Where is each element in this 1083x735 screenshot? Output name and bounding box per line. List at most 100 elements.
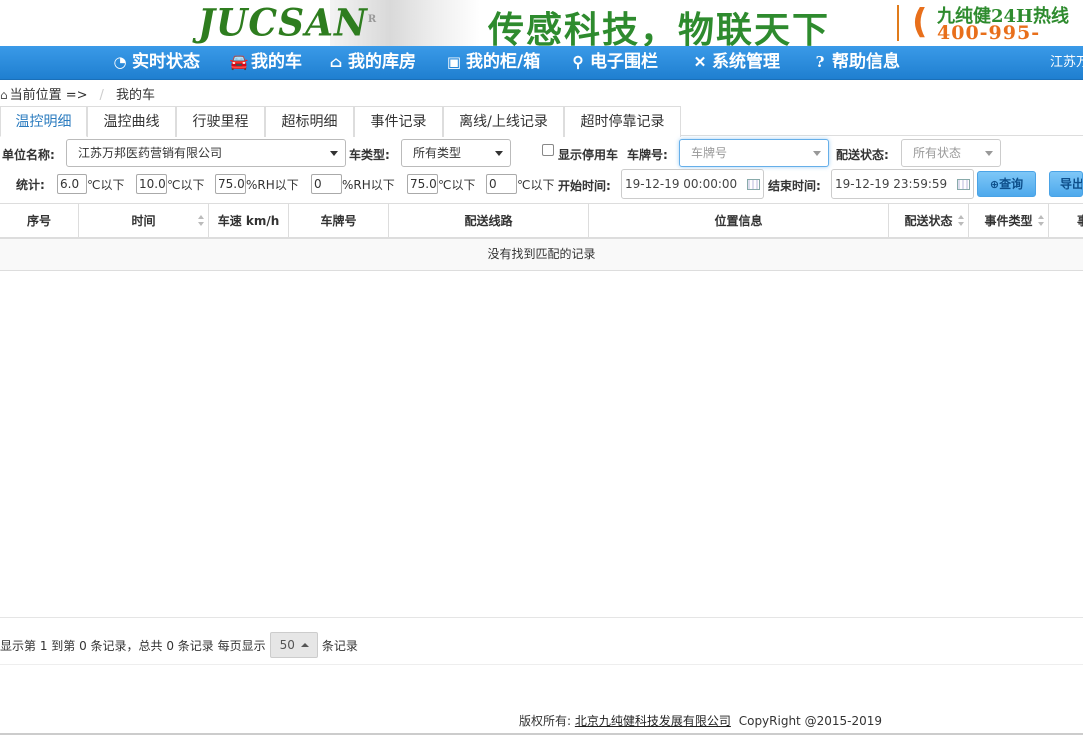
tab-mileage[interactable]: 行驶里程 — [176, 106, 265, 137]
stat-unit-4: %RH以下 — [342, 178, 395, 192]
pager-divider — [0, 617, 1083, 618]
sort-icon — [198, 215, 204, 227]
main-nav: ◔ 实时状态 🚘 我的车 ⌂ 我的库房 ▣ 我的柜/箱 ⚲ 电子围栏 ✕ 系统管理 ? 帮助信… — [0, 46, 1083, 80]
tab-overtime-stop[interactable]: 超时停靠记录 — [564, 106, 681, 137]
col-speed[interactable]: 车速 km/h — [209, 204, 289, 238]
stat-threshold-2[interactable]: 10.0 — [136, 174, 167, 194]
tab-temp-detail[interactable]: 温控明细 — [0, 106, 87, 137]
nav-item-cabinet[interactable]: ▣ 我的柜/箱 — [444, 46, 540, 80]
plate-placeholder: 车牌号 — [691, 146, 728, 160]
car-type-select[interactable]: 所有类型 — [401, 139, 511, 167]
sort-icon — [1038, 215, 1044, 227]
unit-select[interactable]: 江苏万邦医药营销有限公司 — [66, 139, 346, 167]
pagination-suffix: 条记录 — [321, 639, 358, 653]
stat-unit-2: ℃以下 — [167, 178, 205, 192]
home-icon: ⌂ — [0, 88, 8, 102]
nav-item-my-car[interactable]: 🚘 我的车 — [229, 46, 302, 80]
delivery-status-select[interactable]: 所有状态 — [901, 139, 1001, 167]
stat-unit-6: ℃以下 — [517, 178, 555, 192]
col-event-type[interactable]: 事件类型 — [969, 204, 1049, 238]
tab-temp-curve[interactable]: 温控曲线 — [87, 106, 176, 137]
breadcrumb-prefix: 当前位置 => — [9, 88, 88, 103]
start-time-value: 19-12-19 00:00:00 — [625, 177, 738, 191]
chevron-down-icon — [495, 151, 503, 156]
end-time-value: 19-12-19 23:59:59 — [835, 177, 948, 191]
page-size-dropdown[interactable]: 50 — [269, 632, 318, 658]
search-icon: ⊕ — [989, 178, 1000, 191]
col-delivery-status-label: 配送状态 — [904, 214, 953, 228]
start-time-input[interactable]: 19-12-19 00:00:00 — [621, 169, 764, 199]
export-button[interactable]: 导出 — [1049, 171, 1083, 197]
pagination: 显示第 1 到第 0 条记录，总共 0 条记录 每页显示 50 条记录 — [0, 632, 358, 659]
banner-divider — [897, 5, 899, 41]
stat-threshold-1[interactable]: 6.0 — [57, 174, 87, 194]
map-marker-icon: ⚲ — [572, 53, 584, 71]
header-banner: JUCSANR 传感科技，物联天下 ( 九纯健24H热线 400-995-919… — [0, 0, 1083, 46]
footer-company-link[interactable]: 北京九纯健科技发展有限公司 — [575, 714, 731, 728]
plate-label: 车牌号: — [627, 148, 668, 162]
unit-label: 单位名称: — [2, 148, 55, 162]
start-time-label: 开始时间: — [558, 179, 611, 193]
plate-select[interactable]: 车牌号 — [679, 139, 829, 167]
car-type-label: 车类型: — [349, 148, 390, 162]
col-location[interactable]: 位置信息 — [589, 204, 889, 238]
delivery-status-placeholder: 所有状态 — [913, 146, 962, 160]
col-route[interactable]: 配送线路 — [389, 204, 589, 238]
col-time[interactable]: 时间 — [79, 204, 209, 238]
delivery-status-label: 配送状态: — [836, 148, 889, 162]
calendar-icon[interactable] — [747, 179, 760, 190]
unit-select-value: 江苏万邦医药营销有限公司 — [78, 146, 223, 160]
help-icon: ? — [815, 53, 825, 71]
footer-prefix: 版权所有: — [519, 714, 572, 728]
nav-item-geofence[interactable]: ⚲ 电子围栏 — [568, 46, 659, 80]
slogan: 传感科技，物联天下 — [488, 9, 831, 46]
tab-over-limit[interactable]: 超标明细 — [265, 106, 354, 137]
stat-threshold-5[interactable]: 75.0 — [407, 174, 438, 194]
calendar-icon[interactable] — [957, 179, 970, 190]
hotline-number: 400-995-9196 — [937, 22, 1041, 46]
stat-unit-3: %RH以下 — [246, 178, 299, 192]
stat-threshold-6[interactable]: 0 — [486, 174, 517, 194]
home-icon: ⌂ — [329, 53, 343, 71]
query-label: 查询 — [999, 177, 1024, 191]
page-size-value: 50 — [279, 638, 295, 652]
sort-icon — [958, 215, 964, 227]
company-logo: JUCSANR — [198, 0, 378, 46]
stat-threshold-4[interactable]: 0 — [311, 174, 342, 194]
dashboard-icon: ◔ — [113, 53, 127, 71]
end-time-input[interactable]: 19-12-19 23:59:59 — [831, 169, 974, 199]
table-empty-row: 没有找到匹配的记录 — [0, 239, 1083, 271]
table-header: 序号 时间 车速 km/h 车牌号 配送线路 位置信息 配送状态 事件类型 事 — [0, 203, 1083, 239]
footer: 版权所有: 北京九纯健科技发展有限公司 CopyRight @2015-2019 — [519, 712, 882, 729]
breadcrumb-separator: / — [99, 88, 104, 103]
chevron-down-icon — [813, 151, 821, 156]
stat-threshold-3[interactable]: 75.0 — [215, 174, 246, 194]
query-button[interactable]: ⊕查询 — [977, 171, 1036, 197]
col-index[interactable]: 序号 — [0, 204, 79, 238]
chevron-up-icon — [300, 643, 309, 647]
footer-copyright: CopyRight @2015-2019 — [738, 714, 882, 728]
col-delivery-status[interactable]: 配送状态 — [889, 204, 969, 238]
chevron-down-icon — [985, 151, 993, 156]
phone-icon: ( — [912, 2, 928, 42]
nav-item-realtime[interactable]: ◔ 实时状态 — [110, 46, 200, 80]
chevron-down-icon — [330, 151, 338, 156]
tab-bar: 温控明细 温控曲线 行驶里程 超标明细 事件记录 离线/上线记录 超时停靠记录 — [0, 106, 1083, 137]
col-plate[interactable]: 车牌号 — [289, 204, 389, 238]
breadcrumb-current: 我的车 — [115, 88, 155, 103]
col-time-label: 时间 — [131, 214, 156, 228]
stats-label: 统计: — [16, 178, 45, 192]
stat-unit-1: ℃以下 — [87, 178, 125, 192]
tab-events[interactable]: 事件记录 — [354, 106, 443, 137]
pager-divider-bottom — [0, 664, 1083, 665]
nav-item-warehouse[interactable]: ⌂ 我的库房 — [326, 46, 416, 80]
user-company[interactable]: 江苏万 — [1050, 46, 1083, 80]
tab-offline-online[interactable]: 离线/上线记录 — [443, 106, 564, 137]
show-disabled-checkbox[interactable] — [542, 144, 554, 156]
car-type-value: 所有类型 — [413, 146, 462, 160]
show-disabled-label: 显示停用车 — [558, 148, 619, 162]
nav-item-system[interactable]: ✕ 系统管理 — [690, 46, 780, 80]
box-icon: ▣ — [446, 53, 462, 71]
nav-item-help[interactable]: ? 帮助信息 — [810, 46, 900, 80]
col-event-more[interactable]: 事 — [1049, 204, 1083, 238]
